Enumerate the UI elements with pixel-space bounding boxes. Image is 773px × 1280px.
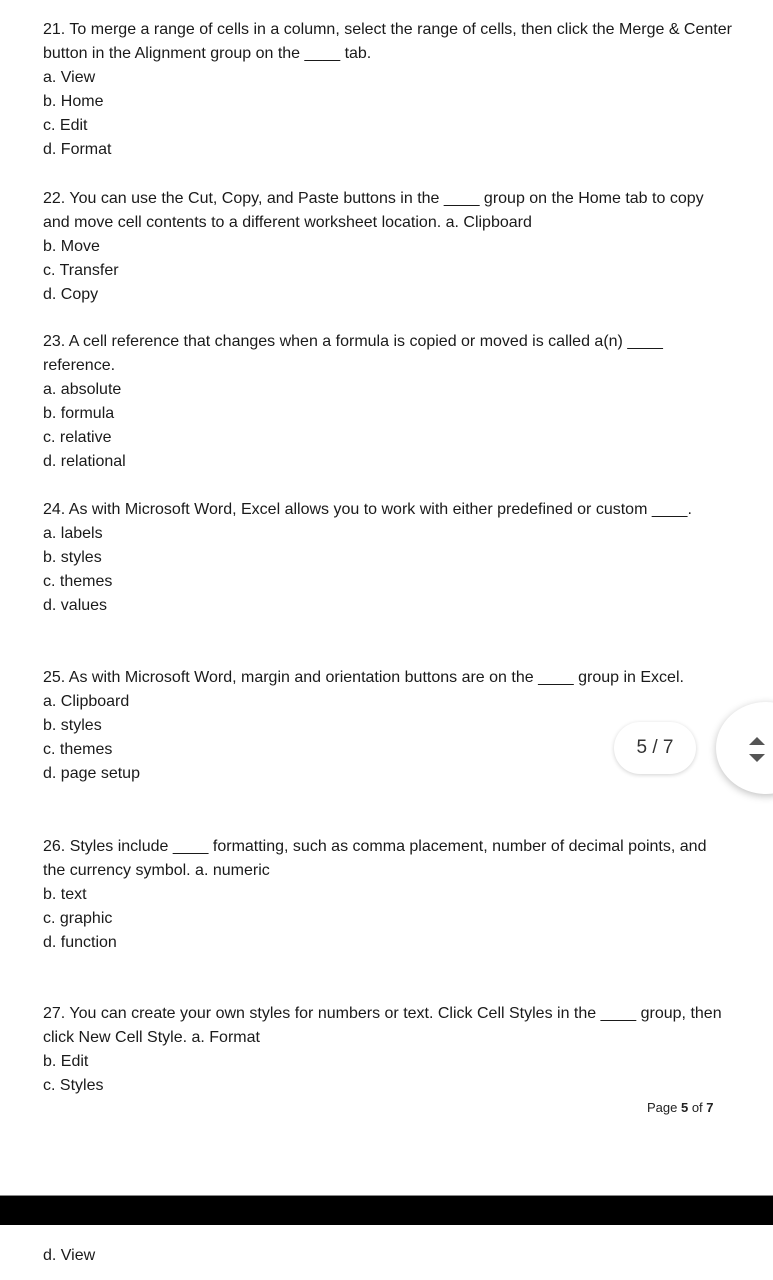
option: b. Move (43, 238, 100, 255)
option: a. absolute (43, 381, 122, 398)
question-stem: 21. To merge a range of cells in a colum… (43, 21, 732, 62)
page-indicator-text: 5 / 7 (636, 737, 674, 758)
option: d. function (43, 934, 117, 951)
option: d. Copy (43, 286, 99, 303)
option: b. Home (43, 93, 104, 110)
option: c. graphic (43, 910, 113, 927)
page-total: 7 (706, 1100, 714, 1115)
option: d. values (43, 597, 108, 614)
option: b. formula (43, 405, 115, 422)
question-22: 22. You can use the Cut, Copy, and Paste… (43, 187, 733, 307)
question-stem: 23. A cell reference that changes when a… (43, 333, 663, 374)
option: d. relational (43, 453, 126, 470)
option: c. themes (43, 573, 113, 590)
question-stem: 27. You can create your own styles for n… (43, 1005, 722, 1046)
question-21: 21. To merge a range of cells in a colum… (43, 18, 733, 162)
option: b. styles (43, 549, 102, 566)
option: b. text (43, 886, 87, 903)
question-23: 23. A cell reference that changes when a… (43, 330, 733, 474)
question-27: 27. You can create your own styles for n… (43, 1002, 733, 1098)
next-document-page: d. View (0, 1225, 773, 1280)
option: a. Clipboard (43, 693, 130, 710)
page-separator (0, 1195, 773, 1225)
question-26: 26. Styles include ____ formatting, such… (43, 835, 733, 955)
question-stem: 26. Styles include ____ formatting, such… (43, 838, 707, 879)
arrow-up-icon (749, 737, 765, 745)
option: d. View (43, 1247, 96, 1264)
option: c. Edit (43, 117, 88, 134)
option: c. Styles (43, 1077, 104, 1094)
option: c. relative (43, 429, 112, 446)
question-stem: 22. You can use the Cut, Copy, and Paste… (43, 190, 704, 231)
page-prefix: Page (647, 1100, 681, 1115)
page-of: of (688, 1100, 707, 1115)
option: a. labels (43, 525, 103, 542)
option: b. Edit (43, 1053, 89, 1070)
option: a. View (43, 69, 96, 86)
question-stem: 25. As with Microsoft Word, margin and o… (43, 669, 684, 686)
question-24: 24. As with Microsoft Word, Excel allows… (43, 498, 733, 618)
page-footer-number: Page 5 of 7 (647, 1100, 714, 1115)
arrow-down-icon (749, 754, 765, 762)
option: d. Format (43, 141, 112, 158)
option: c. Transfer (43, 262, 119, 279)
question-stem: 24. As with Microsoft Word, Excel allows… (43, 501, 692, 518)
page-indicator: 5 / 7 (614, 722, 696, 774)
document-page: 21. To merge a range of cells in a colum… (0, 0, 773, 1195)
